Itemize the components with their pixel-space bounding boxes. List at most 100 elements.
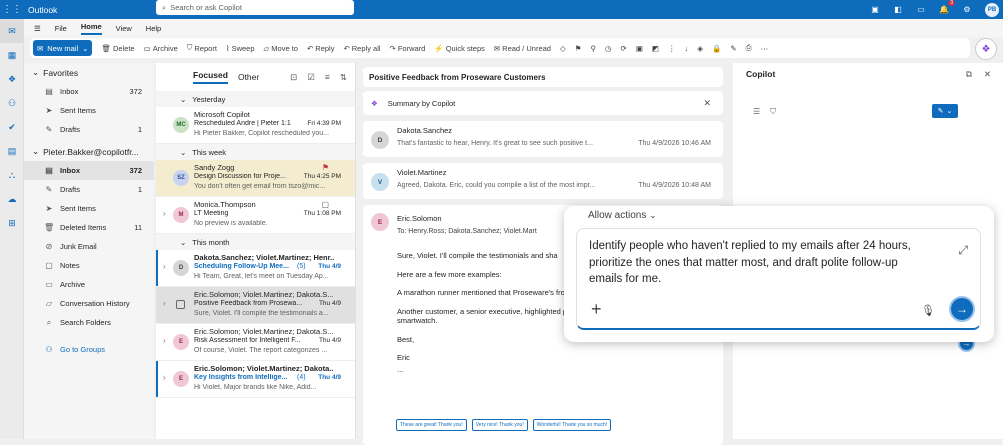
onedrive-app-icon[interactable]: ☁ [0,187,24,211]
mail-item[interactable]: › E Eric.Solomon; Violet.Martinez; Dakot… [156,324,355,361]
notifications-icon[interactable]: 🔔 3 [939,0,955,15]
reply-button[interactable]: ↶ Reply [307,44,334,53]
mail-item[interactable]: › Eric.Solomon; Violet.Martinez; Dakota.… [156,287,355,324]
filter-icon[interactable]: ≡ [325,72,330,83]
immersive-reader-icon[interactable]: ◈ [697,44,703,53]
close-icon[interactable]: ✕ [703,98,711,109]
select-checkbox[interactable] [176,300,185,309]
shield-check-icon[interactable]: ⛉ [770,107,776,117]
mail-item[interactable]: › E Eric.Solomon; Violet.Martinez; Dakot… [156,361,355,398]
chevron-right-icon[interactable]: › [163,373,166,382]
folder-archive[interactable]: ▭ Archive [24,275,154,294]
archive-button[interactable]: ▭ Archive [144,44,178,53]
suggested-reply[interactable]: Wonderful! Thank you so much! [532,419,612,431]
group-header[interactable]: ⌄ Yesterday [156,91,355,107]
report-button[interactable]: ⛉ Report [187,43,217,53]
group-header[interactable]: ⌄ This month [156,234,355,250]
sensitivity-icon[interactable]: 🔒 [712,44,721,53]
settings-icon[interactable]: ⚙ [962,5,972,15]
menu-file[interactable]: File [55,24,67,33]
chevron-right-icon[interactable]: › [163,336,166,345]
teams-share-icon[interactable]: ◩ [652,44,659,53]
menu-help[interactable]: Help [146,24,161,33]
org-app-icon[interactable]: ⛬ [0,163,24,187]
folder-inbox[interactable]: ▤ Inbox 372 [24,161,154,180]
send-button[interactable]: → [949,296,975,322]
mail-app-icon[interactable]: ✉ [0,19,24,43]
read-unread-button[interactable]: ✉ Read / Unread [494,44,551,53]
menu-view[interactable]: View [116,24,132,33]
chevron-right-icon[interactable]: › [163,209,166,218]
group-header[interactable]: ⌄ This week [156,144,355,160]
more-apps-icon[interactable]: ⊞ [0,211,24,235]
whiteboard-icon[interactable]: ▭ [916,5,926,15]
menu-home[interactable]: Home [80,22,102,35]
discover-icon[interactable]: ✎ [730,44,736,53]
pop-out-icon[interactable]: ⧉ [966,69,972,80]
copilot-filter-icon[interactable]: ⊡ [290,72,297,83]
onenote-icon[interactable]: ▣ [636,44,643,53]
prompt-input[interactable]: Identify people who haven't replied to m… [576,228,981,330]
copilot-summary-card[interactable]: ❖ Summary by Copilot ✕ [363,91,723,115]
allow-actions-dropdown[interactable]: Allow actions ⌄ [588,210,657,221]
app-launcher-icon[interactable]: ⋮⋮ [0,4,24,15]
menu-toggle-icon[interactable]: ☰ [34,24,41,33]
copilot-ribbon-icon[interactable]: ❖ [975,38,997,60]
chevron-down-icon[interactable]: ⌄ [82,44,88,53]
copilot-app-icon[interactable]: ❖ [0,67,24,91]
expand-icon[interactable]: ⤢ [958,243,968,258]
folder-deleted[interactable]: 🗑 Deleted Items 11 [24,218,154,237]
microphone-icon[interactable]: 🎙 [921,304,935,317]
history-icon[interactable]: ☰ [753,107,760,117]
show-more-button[interactable]: ... [397,365,717,375]
mail-item[interactable]: SZ Sandy Zogg ⚑ Design Discussion for Pr… [156,160,355,197]
tab-focused[interactable]: Focused [193,70,228,84]
folder-fav-inbox[interactable]: ▤ Inbox 372 [24,82,154,101]
mail-item[interactable]: › M Monica.Thompson ▢ LT Meeting Thu 1:0… [156,197,355,234]
delete-button[interactable]: 🗑 Delete [101,44,134,53]
chevron-right-icon[interactable]: › [163,262,166,271]
people-app-icon[interactable]: ⚇ [0,91,24,115]
insights-icon[interactable]: ⋮ [668,44,676,53]
meet-now-icon[interactable]: ▣ [870,5,880,15]
quick-steps-button[interactable]: ⚡ Quick steps [434,44,485,53]
folder-sent[interactable]: ➤ Sent Items [24,199,154,218]
sort-icon[interactable]: ⇅ [340,72,347,83]
flag-icon[interactable]: ⚑ [322,163,329,172]
print-icon[interactable]: ⎙ [746,43,752,53]
favorites-header[interactable]: ⌄ Favorites [24,63,154,82]
todo-app-icon[interactable]: ✔ [0,115,24,139]
folder-notes[interactable]: ▢ Notes [24,256,154,275]
word-app-icon[interactable]: ▤ [0,139,24,163]
tag-icon[interactable]: ◇ [560,44,566,53]
folder-search[interactable]: ⌕ Search Folders [24,313,154,332]
flag-icon[interactable]: ⚑ [575,44,582,53]
prompt-text[interactable]: Identify people who haven't replied to m… [589,238,919,288]
thread-message[interactable]: V Violet.Martinez Agreed, Dakota. Eric, … [363,163,723,199]
teams-icon[interactable]: ◧ [893,5,903,15]
pin-icon[interactable]: ⚲ [590,44,596,53]
go-to-groups-link[interactable]: ⚇ Go to Groups [24,340,154,359]
download-icon[interactable]: ↓ [685,44,689,53]
new-mail-button[interactable]: ✉ New mail ⌄ [33,40,93,56]
tab-other[interactable]: Other [238,72,259,82]
account-header[interactable]: ⌄ Pieter.Bakker@copilotfr... [24,142,154,161]
more-options-icon[interactable]: ⋯ [761,44,769,53]
thread-message[interactable]: D Dakota.Sanchez That's fantastic to hea… [363,121,723,157]
move-to-button[interactable]: ▱ Move to [264,44,298,53]
folder-fav-sent[interactable]: ➤ Sent Items [24,101,154,120]
close-icon[interactable]: ✕ [984,69,991,80]
forward-button[interactable]: ↷ Forward [390,44,426,53]
folder-drafts[interactable]: ✎ Drafts 1 [24,180,154,199]
user-avatar[interactable]: PB [985,2,999,17]
rules-icon[interactable]: ⟳ [621,44,627,53]
new-chat-button[interactable]: ✎ ⌄ [932,104,958,118]
add-icon[interactable]: + [591,299,602,320]
folder-junk[interactable]: ⊘ Junk Email [24,237,154,256]
folder-fav-drafts[interactable]: ✎ Drafts 1 [24,120,154,139]
suggested-reply[interactable]: These are great! Thank you! [396,419,467,431]
mail-item[interactable]: › D Dakota.Sanchez; Violet.Martinez; Hen… [156,250,355,287]
chevron-right-icon[interactable]: › [163,299,166,308]
mail-item[interactable]: MC Microsoft Copilot Rescheduled Andre |… [156,107,355,144]
snooze-icon[interactable]: ◷ [605,44,612,53]
